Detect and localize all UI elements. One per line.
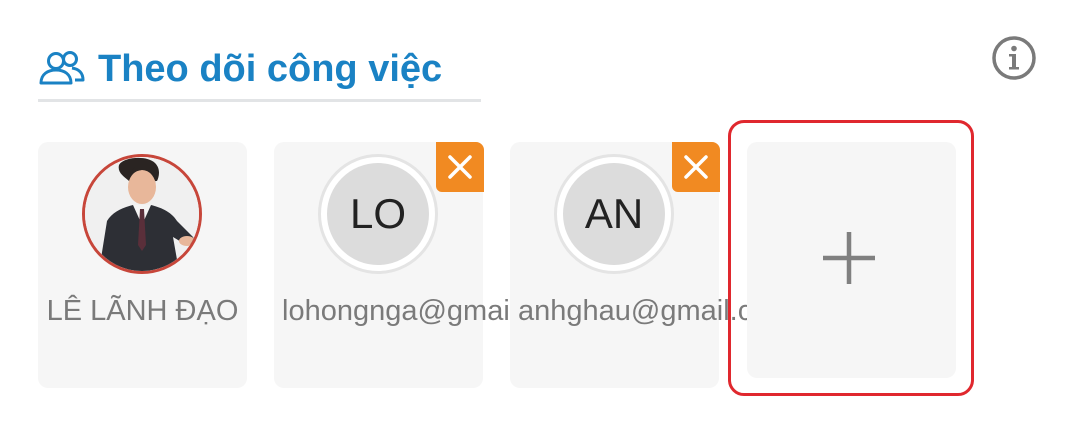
remove-follower-button[interactable] — [436, 142, 484, 192]
remove-follower-button[interactable] — [672, 142, 720, 192]
follower-card[interactable]: AN anhghau@gmail.c… — [510, 142, 782, 388]
follower-card[interactable]: LO lohongnga@gmail.c… — [274, 142, 568, 388]
follower-name: lohongnga@gmail.c… — [282, 295, 568, 327]
person-photo-icon — [85, 157, 199, 271]
follow-work-panel: Theo dõi công việc LÊ LÃNH ĐẠO LO lohong… — [0, 0, 1080, 431]
avatar-initials: AN — [563, 163, 665, 265]
avatar-initials: LO — [327, 163, 429, 265]
close-icon — [684, 155, 708, 179]
plus-icon — [823, 232, 875, 284]
add-follower-button[interactable] — [747, 142, 956, 378]
follower-name: anhghau@gmail.c… — [518, 295, 782, 327]
avatar: LO — [318, 154, 438, 274]
users-icon — [39, 51, 85, 85]
follower-name: LÊ LÃNH ĐẠO — [46, 295, 239, 327]
info-icon[interactable] — [990, 34, 1038, 82]
section-title: Theo dõi công việc — [98, 48, 443, 90]
close-icon — [448, 155, 472, 179]
follower-card[interactable]: LÊ LÃNH ĐẠO — [38, 142, 247, 388]
section-header: Theo dõi công việc — [38, 40, 481, 102]
avatar: AN — [554, 154, 674, 274]
avatar — [82, 154, 202, 274]
